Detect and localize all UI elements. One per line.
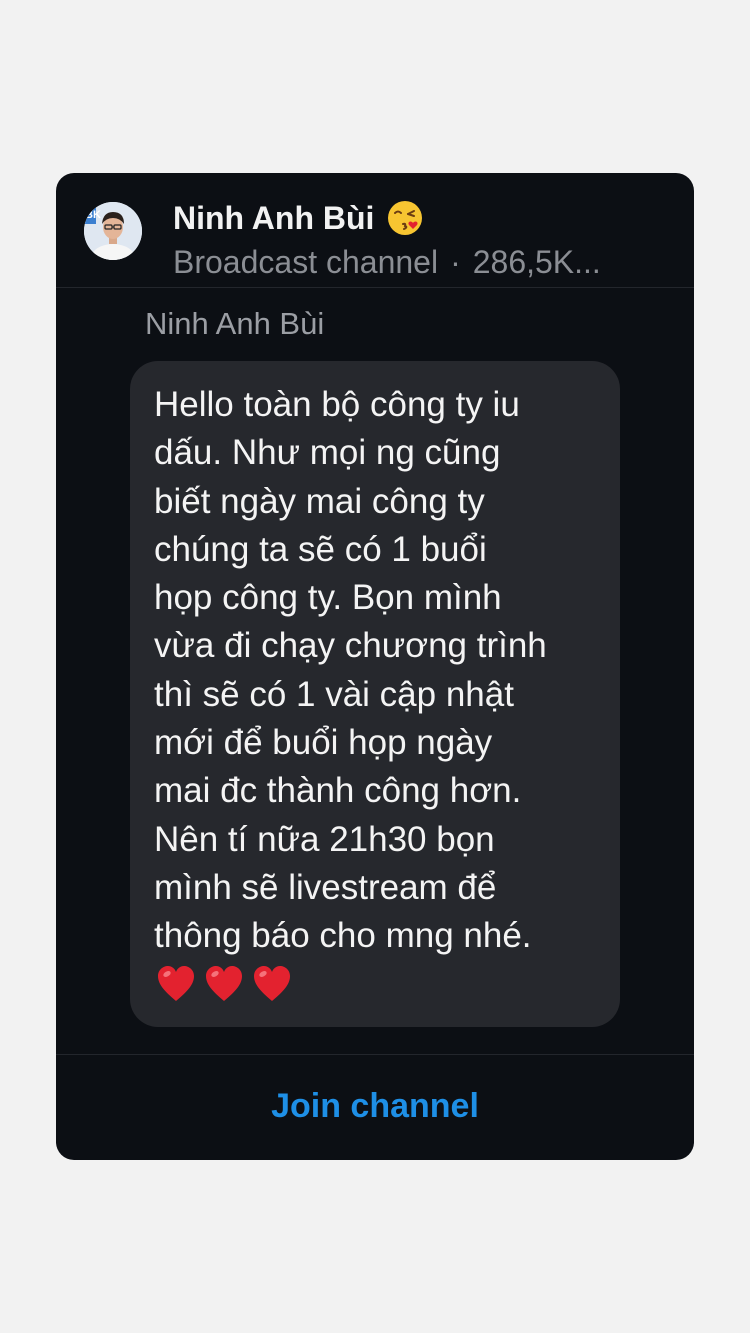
- message-bubble[interactable]: Hello toàn bộ công ty iu dấu. Như mọi ng…: [130, 361, 620, 1027]
- channel-name-text: Ninh Anh Bùi: [173, 199, 375, 236]
- channel-type-label: Broadcast channel: [173, 244, 439, 280]
- message-sender: Ninh Anh Bùi: [145, 306, 325, 341]
- channel-header[interactable]: BK Ninh Anh Bùi Broadcast channel · 286,…: [56, 173, 694, 288]
- channel-title[interactable]: Ninh Anh Bùi: [173, 199, 424, 237]
- channel-preview-card: BK Ninh Anh Bùi Broadcast channel · 286,…: [56, 173, 694, 1160]
- red-heart-icon: [252, 965, 292, 1003]
- message-text: Hello toàn bộ công ty iu dấu. Như mọi ng…: [154, 385, 547, 956]
- avatar[interactable]: BK: [84, 202, 142, 260]
- red-heart-icon: [204, 965, 244, 1003]
- face-blowing-kiss-icon: [386, 199, 424, 237]
- channel-subtitle: Broadcast channel · 286,5K...: [173, 244, 601, 281]
- follower-count: 286,5K...: [472, 244, 601, 280]
- join-channel-button[interactable]: Join channel: [56, 1087, 694, 1126]
- separator-dot: ·: [450, 244, 461, 280]
- red-heart-icon: [156, 965, 196, 1003]
- channel-footer: Join channel: [56, 1054, 694, 1160]
- heart-emojis: [156, 965, 292, 1003]
- svg-text:BK: BK: [85, 209, 101, 221]
